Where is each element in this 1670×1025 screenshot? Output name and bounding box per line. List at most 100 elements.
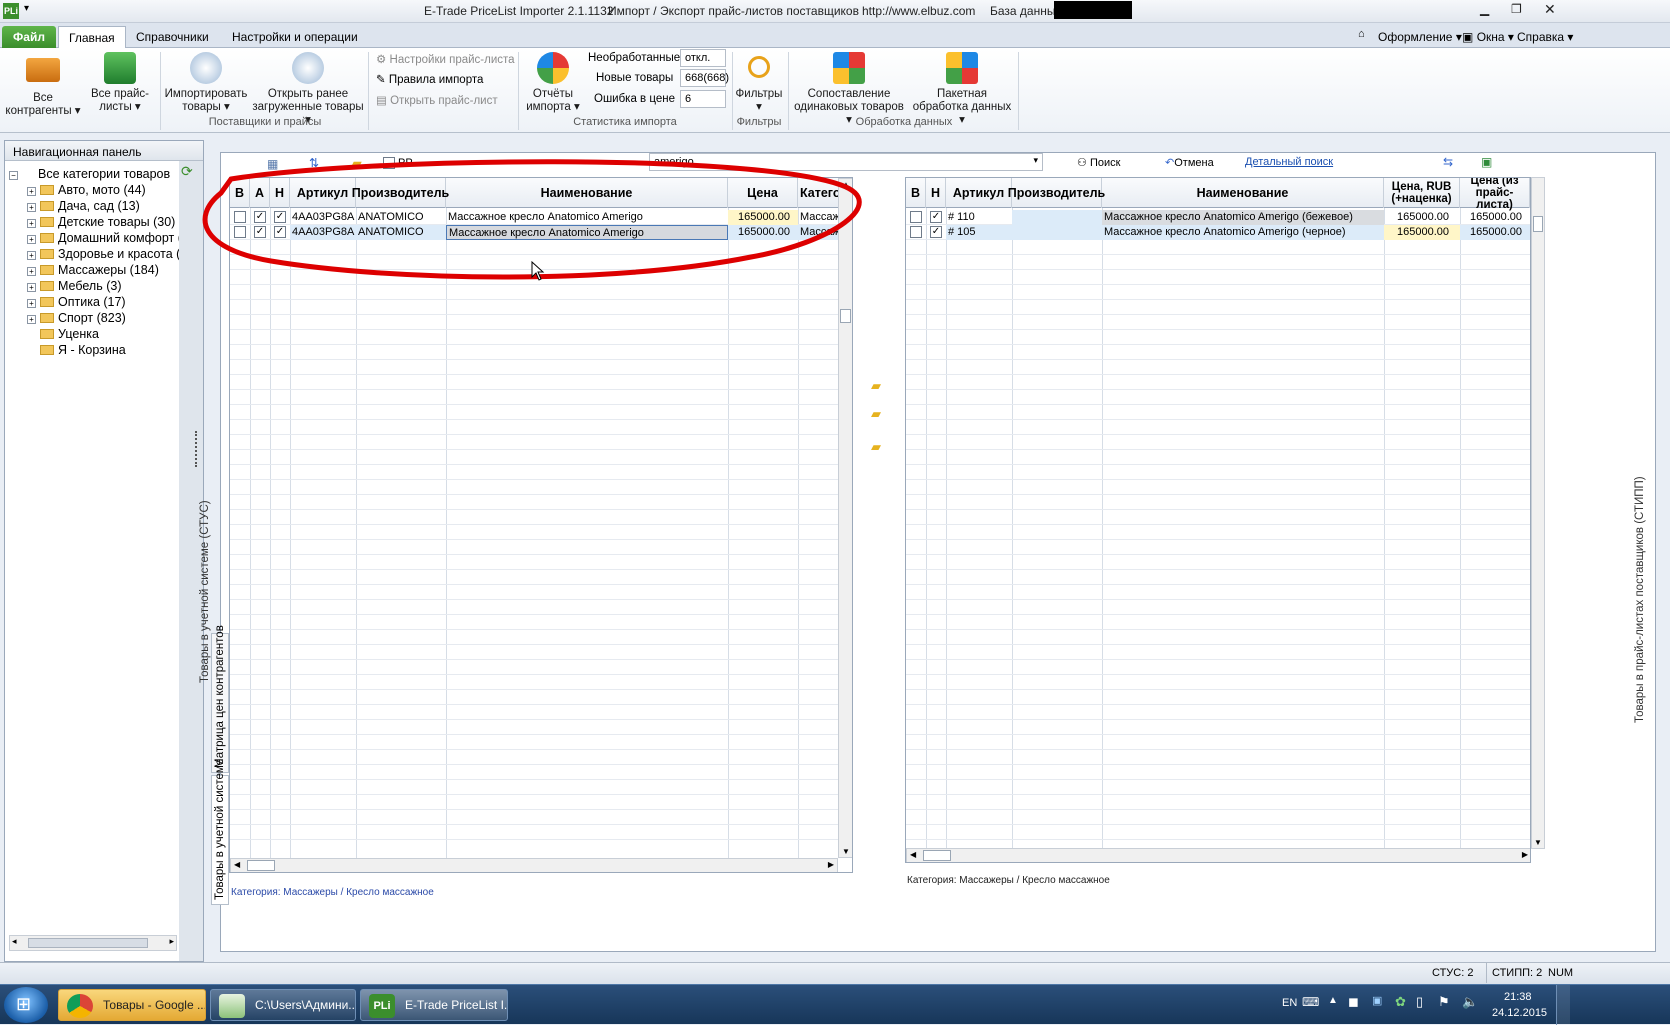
tray-device-icon[interactable]: ▯: [1416, 994, 1423, 1010]
clock-date[interactable]: 24.12.2015: [1492, 1007, 1547, 1019]
stipp-hscroll-thumb[interactable]: [923, 850, 951, 861]
tray-expand-icon[interactable]: ▲: [1328, 995, 1338, 1006]
all-contractors-button[interactable]: Все контрагенты ▾: [4, 52, 82, 118]
translate-icon[interactable]: ⇆: [1443, 155, 1453, 169]
expand-icon[interactable]: +: [27, 235, 36, 244]
collapse-ribbon-icon[interactable]: ⌂: [1358, 28, 1365, 40]
app-title: E-Trade PriceList Importer 2.1.1132: [424, 4, 614, 18]
col-header-price-markup[interactable]: Цена, RUB (+наценка): [1384, 178, 1460, 208]
import-rules-button[interactable]: ✎ Правила импорта: [376, 72, 483, 86]
show-desktop-button[interactable]: [1556, 985, 1570, 1025]
col-header-article[interactable]: Артикул: [946, 178, 1012, 208]
volume-icon[interactable]: 🔈: [1462, 994, 1478, 1010]
row-checkbox-v[interactable]: [910, 226, 922, 238]
main-area: Товары в учетной системе (СТУС) Матрица …: [199, 152, 1656, 952]
col-header-name[interactable]: Наименование: [1102, 178, 1384, 208]
stipp-horizontal-scrollbar[interactable]: ◀ ▶: [906, 848, 1530, 862]
language-indicator[interactable]: EN: [1282, 997, 1297, 1009]
col-header-maker[interactable]: Производитель: [1008, 178, 1105, 208]
expand-icon[interactable]: +: [27, 283, 36, 292]
expand-icon[interactable]: +: [27, 315, 36, 324]
export-excel-icon[interactable]: ▣: [1481, 155, 1492, 169]
grid-row-line: [906, 719, 1530, 720]
grid-row-line: [906, 824, 1530, 825]
stipp-vscroll-thumb[interactable]: [1533, 216, 1543, 232]
tree-item[interactable]: + Домашний комфорт (: [9, 231, 179, 247]
stus-vscroll-thumb[interactable]: [840, 309, 851, 323]
open-pricelist-button[interactable]: ▤ Открыть прайс-лист: [376, 93, 498, 107]
expand-icon[interactable]: +: [27, 267, 36, 276]
tree-item[interactable]: + Оптика (17): [9, 295, 179, 311]
pricelist-settings-button[interactable]: ⚙ Настройки прайс-листа: [376, 52, 515, 66]
cell-price-list: 165000.00: [1470, 226, 1522, 238]
minimize-icon[interactable]: ▁: [1480, 2, 1489, 16]
tab-price-matrix[interactable]: Матрица цен контрагентов: [211, 625, 229, 773]
stipp-vertical-scrollbar[interactable]: ▼: [1531, 177, 1545, 849]
tray-counter-icon[interactable]: ▣: [1372, 994, 1382, 1007]
folder-delete-icon[interactable]: ▰: [871, 406, 881, 422]
menu-help[interactable]: Справка ▾: [1507, 26, 1583, 48]
folder-search-icon[interactable]: ▰: [871, 439, 881, 455]
tab-file[interactable]: Файл: [2, 26, 56, 48]
tab-settings[interactable]: Настройки и операции: [222, 26, 368, 48]
tree-item[interactable]: + Дача, сад (13): [9, 199, 179, 215]
filters-button[interactable]: Фильтры ▾: [734, 52, 784, 114]
tree-item[interactable]: + Авто, мото (44): [9, 183, 179, 199]
stus-horizontal-scrollbar[interactable]: ◀ ▶: [230, 858, 838, 872]
tree-item-root[interactable]: − Все категории товаров: [9, 167, 179, 183]
tab-references[interactable]: Справочники: [126, 26, 219, 48]
keyboard-icon[interactable]: ⌨: [1302, 995, 1319, 1009]
all-pricelists-button[interactable]: Все прайс-листы ▾: [84, 52, 156, 114]
tree-item[interactable]: Я - Корзина: [9, 343, 179, 359]
tree-item[interactable]: + Спорт (823): [9, 311, 179, 327]
taskbar-item-pricelist-importer[interactable]: PLi E-Trade PriceList I...: [360, 989, 508, 1021]
cancel-button[interactable]: ↶Отмена: [1165, 156, 1214, 169]
tray-network-icon[interactable]: ✿: [1395, 994, 1406, 1010]
chevron-down-icon[interactable]: ▾: [1033, 155, 1038, 166]
tree-item[interactable]: + Детские товары (30): [9, 215, 179, 231]
app-icon[interactable]: PLi: [3, 3, 19, 19]
tab-stipp-vertical[interactable]: Товары в прайс-листах поставщиков (СТИПП…: [1634, 343, 1646, 723]
tree-item[interactable]: + Массажеры (184): [9, 263, 179, 279]
expand-icon[interactable]: +: [27, 299, 36, 308]
splitter-handle[interactable]: [195, 431, 198, 467]
tree-item[interactable]: + Здоровье и красота (5: [9, 247, 179, 263]
search-button[interactable]: ⚇ Поиск: [1077, 156, 1120, 169]
expand-icon[interactable]: +: [27, 203, 36, 212]
row-checkbox-v[interactable]: [910, 211, 922, 223]
expand-icon[interactable]: +: [27, 187, 36, 196]
stus-hscroll-thumb[interactable]: [247, 860, 275, 871]
tray-flag-icon[interactable]: ⚑: [1438, 994, 1450, 1010]
col-header-v[interactable]: В: [906, 178, 926, 208]
nav-scroll-thumb[interactable]: [28, 938, 148, 948]
expand-icon[interactable]: +: [27, 219, 36, 228]
grid-row-line: [906, 734, 1530, 735]
close-icon[interactable]: ✕: [1544, 1, 1556, 18]
expand-icon[interactable]: +: [27, 251, 36, 260]
folder-arrow-icon[interactable]: ▰: [871, 378, 881, 394]
tree-item[interactable]: + Мебель (3): [9, 279, 179, 295]
import-goods-button[interactable]: Импортировать товары ▾: [162, 52, 250, 114]
collapse-icon[interactable]: −: [9, 171, 18, 180]
clock-time[interactable]: 21:38: [1504, 991, 1532, 1003]
taskbar-item-editor[interactable]: C:\Users\Админи...: [210, 989, 356, 1021]
truck-icon: [26, 58, 60, 82]
col-header-n[interactable]: Н: [926, 178, 946, 208]
col-header-price-list[interactable]: Цена (из прайс-листа): [1460, 178, 1530, 211]
restore-icon[interactable]: ❐: [1511, 2, 1522, 16]
detail-search-link[interactable]: Детальный поиск: [1245, 156, 1333, 168]
taskbar-item-chrome[interactable]: Товары - Google ...: [58, 989, 206, 1021]
grid-row-line: [906, 689, 1530, 690]
start-button[interactable]: ⊞: [4, 987, 48, 1023]
quick-access-arrow-icon[interactable]: ▾: [24, 3, 29, 14]
tab-home[interactable]: Главная: [58, 26, 126, 48]
row-checkbox-n[interactable]: ✓: [930, 211, 942, 223]
nav-horizontal-scrollbar[interactable]: ◂ ▸: [9, 935, 177, 951]
tray-app-icon[interactable]: ◼: [1348, 994, 1359, 1010]
import-reports-button[interactable]: Отчёты импорта ▾: [522, 52, 584, 114]
tab-stus-vertical[interactable]: Товары в учетной системе (СТУС): [199, 363, 211, 683]
tree-item[interactable]: Уценка: [9, 327, 179, 343]
tab-goods-in-system[interactable]: Товары в учетной системе: [211, 759, 229, 905]
row-checkbox-n[interactable]: ✓: [930, 226, 942, 238]
grid-row-line: [230, 824, 852, 825]
